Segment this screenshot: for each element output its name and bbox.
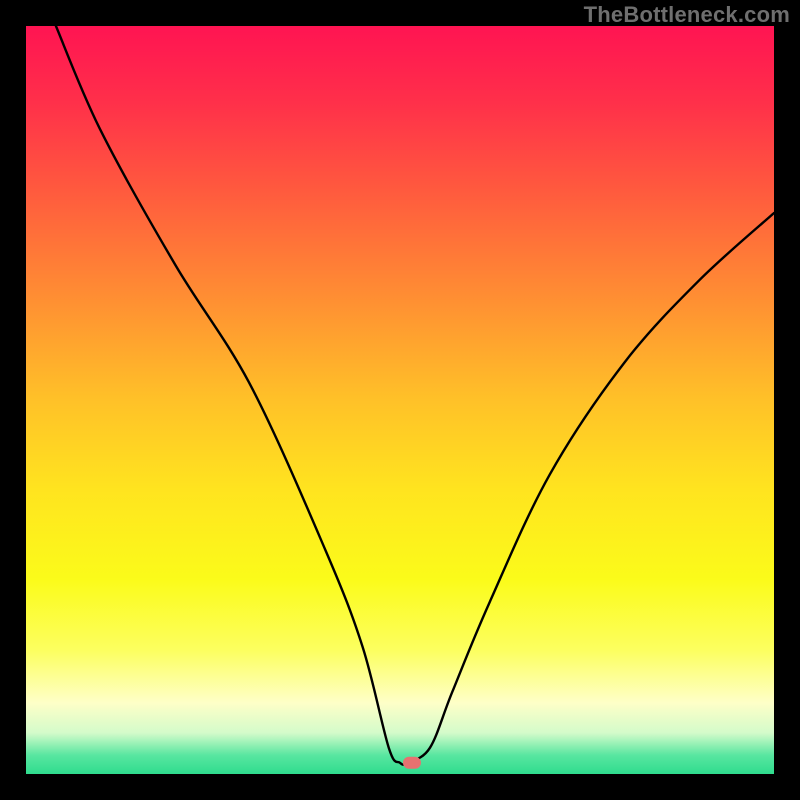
- current-position-marker: [403, 757, 421, 769]
- bottleneck-chart: [0, 0, 800, 800]
- watermark-label: TheBottleneck.com: [584, 2, 790, 28]
- chart-frame: TheBottleneck.com: [0, 0, 800, 800]
- plot-background: [26, 26, 774, 774]
